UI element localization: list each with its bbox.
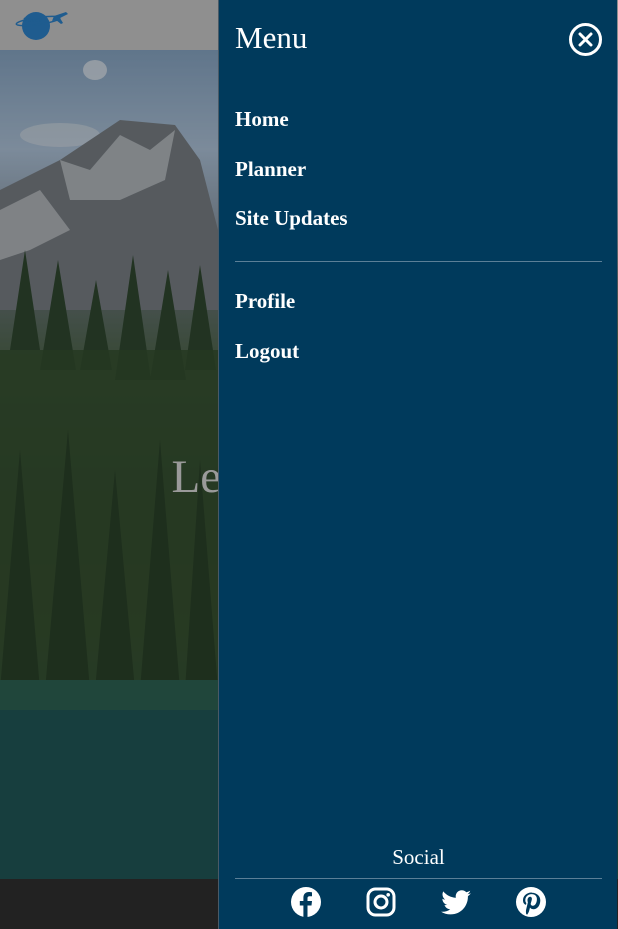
- menu-divider: [235, 261, 602, 262]
- pinterest-icon[interactable]: [515, 886, 547, 918]
- menu-item-site-updates[interactable]: Site Updates: [235, 206, 602, 256]
- svg-text:travelr: travelr: [23, 17, 43, 24]
- facebook-icon[interactable]: [290, 886, 322, 918]
- menu-title: Menu: [235, 20, 308, 55]
- side-menu-panel: Menu Home Planner Site Updates Profile L…: [218, 0, 617, 929]
- social-divider: [235, 878, 602, 879]
- social-links: [235, 886, 602, 920]
- social-heading: Social: [392, 845, 445, 869]
- menu-item-home[interactable]: Home: [235, 107, 602, 157]
- primary-menu-list: Home Planner Site Updates: [235, 107, 602, 256]
- menu-item-profile[interactable]: Profile: [235, 289, 602, 339]
- menu-item-planner[interactable]: Planner: [235, 157, 602, 207]
- account-menu-list: Profile Logout: [235, 289, 602, 388]
- twitter-icon[interactable]: [440, 886, 472, 918]
- menu-item-logout[interactable]: Logout: [235, 339, 602, 389]
- close-icon[interactable]: [569, 23, 602, 56]
- instagram-icon[interactable]: [365, 886, 397, 918]
- logo-icon[interactable]: travelr: [14, 8, 70, 42]
